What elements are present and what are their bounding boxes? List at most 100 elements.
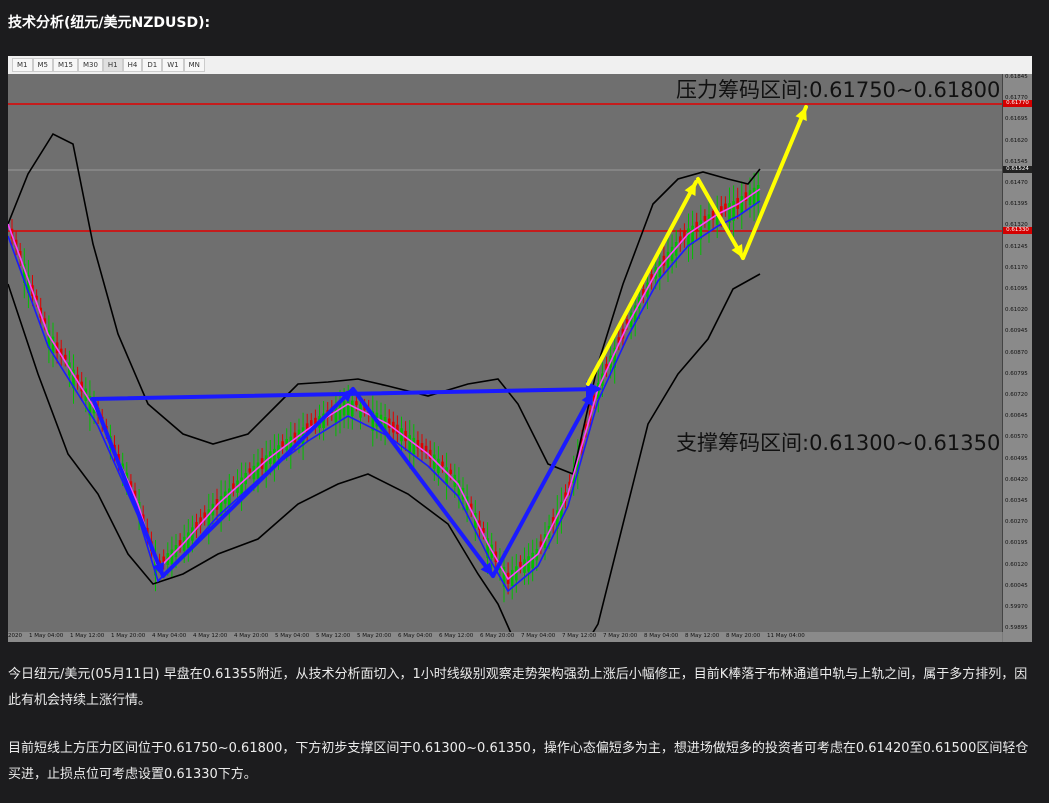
price-tick-label: 0.61320: [1005, 222, 1028, 229]
candle-body: [187, 532, 190, 549]
time-tick-label: 1 May 20:00: [111, 633, 146, 639]
price-tick-label: 0.60570: [1005, 434, 1028, 441]
price-tick-label: 0.60645: [1005, 413, 1028, 420]
price-tick-label: 0.60720: [1005, 392, 1028, 398]
timeframe-button-mn[interactable]: MN: [183, 58, 205, 72]
time-tick-label: 6 May 20:00: [480, 633, 515, 639]
candle-body: [412, 437, 416, 455]
current-price-tag: 0.61524: [1003, 166, 1032, 173]
time-tick-label: 7 May 20:00: [603, 633, 638, 639]
candle-body: [338, 403, 342, 420]
chart-canvas: [8, 103, 1002, 632]
time-tick-label: 5 May 20:00: [357, 633, 392, 639]
time-tick-label: 5 May 12:00: [316, 633, 351, 639]
price-tick-label: 0.61845: [1005, 74, 1028, 80]
blue-arrow-down-2: [351, 387, 495, 578]
candle-body: [441, 461, 444, 467]
price-tick-label: 0.60270: [1005, 519, 1028, 526]
time-tick-label: 7 May 04:00: [521, 633, 556, 639]
time-tick-label: 6 May 04:00: [398, 633, 433, 639]
candle-body: [424, 445, 428, 452]
timeframe-button-h4[interactable]: H4: [122, 58, 143, 72]
price-tick-label: 0.61620: [1005, 137, 1028, 144]
price-tick-label: 0.59895: [1005, 625, 1028, 632]
price-tick-label: 0.60120: [1005, 561, 1028, 568]
timeframe-button-w1[interactable]: W1: [162, 58, 184, 72]
analysis-paragraph-1: 今日纽元/美元(05月11日) 早盘在0.61355附近，从技术分析面切入，1小…: [8, 667, 1028, 708]
candle-body: [666, 251, 670, 269]
yellow-arrow-up-1: [586, 180, 698, 386]
price-tick-label: 0.61020: [1005, 307, 1028, 314]
price-tick-label: 0.60945: [1005, 328, 1028, 335]
price-tick-label: 0.61695: [1005, 116, 1028, 123]
blue-arrow-down-1: [92, 399, 165, 578]
timeframe-button-m5[interactable]: M5: [32, 58, 53, 72]
time-tick-label: 4 May 20:00: [234, 633, 269, 639]
candle-body: [740, 196, 744, 215]
candle-body: [510, 569, 514, 586]
price-tick-label: 0.60345: [1005, 498, 1028, 504]
timeframe-button-m1[interactable]: M1: [12, 58, 33, 72]
time-tick-label: 7 May 12:00: [562, 633, 597, 639]
price-axis: 0.61770 0.61524 0.61330 0.61845 0.61770 0.…: [1003, 74, 1032, 642]
candle-body: [724, 203, 727, 210]
moving-average-fast: [8, 188, 761, 581]
time-tick-label: 4 May 12:00: [193, 633, 228, 639]
chart-plot-area[interactable]: 压力筹码区间:0.61750~0.61800 支撑筹码区间:0.61300~0.…: [8, 74, 1003, 632]
blue-arrow-up-1: [161, 387, 355, 578]
price-chart: M1 M5 M15 M30 H1 H4 D1 W1 MN 压力筹码区间:0.61750~0.61…: [8, 56, 1032, 642]
candle-body: [355, 401, 358, 406]
candle-body: [703, 215, 707, 222]
candle-body: [527, 556, 530, 572]
price-tick-label: 0.61095: [1005, 286, 1028, 292]
time-tick-label: 6 May 12:00: [439, 633, 474, 639]
price-tick-label: 0.60045: [1005, 582, 1028, 589]
candle-body: [256, 462, 260, 479]
price-tick-label: 0.59970: [1005, 604, 1028, 610]
timeframe-toolbar: M1 M5 M15 M30 H1 H4 D1 W1 MN: [8, 56, 1032, 75]
timeframe-button-m30[interactable]: M30: [77, 58, 103, 72]
candle-body: [310, 420, 313, 426]
price-tick-label: 0.61245: [1005, 243, 1028, 250]
price-tick-label: 0.61545: [1005, 158, 1028, 165]
price-tick-label: 0.60420: [1005, 476, 1028, 483]
page-heading: 技术分析(纽元/美元NZDUSD):: [8, 15, 211, 31]
analysis-paragraph-2: 目前短线上方压力区间位于0.61750~0.61800，下方初步支撑区间于0.6…: [8, 741, 1029, 782]
price-tick-label: 0.61170: [1005, 264, 1028, 271]
candle-body: [281, 441, 284, 447]
time-tick-label: 8 May 04:00: [644, 633, 679, 639]
price-tick-label: 0.61770: [1005, 95, 1028, 102]
price-tick-label: 0.61470: [1005, 180, 1028, 186]
support-zone-label: 支撑筹码区间:0.61300~0.61350: [676, 431, 1001, 455]
candle-body: [228, 488, 231, 507]
timeframe-button-m15[interactable]: M15: [53, 58, 78, 72]
candle-body: [531, 552, 534, 569]
bollinger-lower-band: [8, 273, 761, 632]
price-tick-label: 0.60870: [1005, 349, 1028, 356]
time-tick-label: 5 May 04:00: [275, 633, 310, 639]
time-tick-label: 30 Apr 2020: [8, 633, 23, 639]
candle-body: [445, 467, 448, 486]
time-tick-label: 1 May 04:00: [29, 633, 64, 639]
candle-body: [707, 214, 711, 230]
candle-body: [264, 455, 268, 474]
candle-body: [342, 400, 346, 416]
moving-average-slow: [8, 200, 761, 593]
price-tick-label: 0.60795: [1005, 370, 1028, 377]
candle-body: [519, 561, 522, 567]
yellow-arrow-up-2: [741, 105, 808, 260]
resistance-zone-label: 压力筹码区间:0.61750~0.61800: [676, 78, 1001, 102]
timeframe-button-d1[interactable]: D1: [142, 58, 163, 72]
candle-body: [748, 190, 752, 205]
price-tick-label: 0.61395: [1005, 201, 1028, 208]
candle-body: [756, 184, 760, 203]
candle-body: [687, 228, 690, 247]
price-tick-label: 0.60195: [1005, 540, 1028, 547]
candle-body: [351, 400, 354, 417]
price-tick-label: 0.60495: [1005, 455, 1028, 462]
time-tick-label: 4 May 04:00: [152, 633, 187, 639]
candle-body: [449, 469, 452, 475]
timeframe-button-h1[interactable]: H1: [102, 58, 123, 72]
time-tick-label: 8 May 20:00: [726, 633, 761, 639]
time-tick-label: 11 May 04:00: [767, 633, 805, 639]
